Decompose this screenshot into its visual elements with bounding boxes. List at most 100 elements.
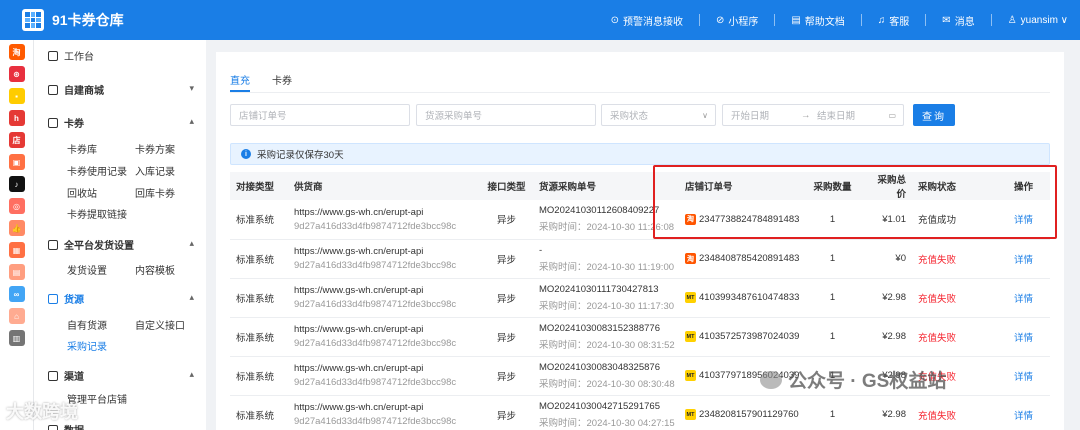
tab-direct-recharge[interactable]: 直充 xyxy=(230,72,250,87)
sidebar-item-recycle-bin[interactable]: 回收站 xyxy=(67,185,97,200)
detail-link[interactable]: 详情 xyxy=(1014,294,1033,305)
cell-supplier: https://www.gs-wh.cn/erupt-api 9d27a416d3… xyxy=(288,395,480,430)
nav-messages[interactable]: ✉ 消息 xyxy=(942,13,974,28)
nav-customer-service[interactable]: ♫ 客服 xyxy=(878,13,910,28)
sidebar-item-channel[interactable]: 渠道 xyxy=(48,368,84,383)
sidebar-item-workbench[interactable]: 工作台 xyxy=(48,48,94,63)
nav-label: 消息 xyxy=(954,16,975,28)
cell-qty: 1 xyxy=(801,200,864,240)
shop-order-number: 4103572573987024039 xyxy=(699,331,800,342)
sidebar: 工作台 自建商城 ▾ 卡券 ▴ 卡券库 卡券方案 卡券使用记录 入库记录 回收站… xyxy=(34,40,206,430)
detail-link[interactable]: 详情 xyxy=(1014,215,1033,226)
app-12-icon[interactable]: ∞ xyxy=(8,286,25,302)
po-number: MO20241030042715291765 xyxy=(539,400,660,412)
table-row: 标准系统 https://www.gs-wh.cn/erupt-api 9d27a4… xyxy=(230,395,1050,430)
app-13-icon[interactable]: ⌂ xyxy=(8,308,25,324)
po-time: 采购时间：2024-10-30 11:17:30 xyxy=(539,300,675,312)
cell-supplier: https://www.gs-wh.cn/erupt-api 9d27a416d3… xyxy=(288,239,480,279)
sidebar-item-purchase-records[interactable]: 采购记录 xyxy=(67,338,107,353)
po-number: MO20241030083048325876 xyxy=(539,361,660,373)
app-4-icon[interactable]: h xyxy=(8,110,25,126)
nav-user-menu[interactable]: ♙ yuansim ∨ xyxy=(1008,15,1068,26)
cell-interface: 异步 xyxy=(480,278,533,318)
sidebar-item-card-library[interactable]: 卡券库 xyxy=(67,141,97,156)
cell-supplier: https://www.gs-wh.cn/erupt-api 9d27a416d3… xyxy=(288,317,480,357)
chevron-up-icon[interactable]: ▴ xyxy=(189,116,194,127)
query-button[interactable]: 查询 xyxy=(913,104,955,126)
grid-icon xyxy=(48,239,58,250)
app-9-icon[interactable]: 👍 xyxy=(8,220,25,236)
detail-link[interactable]: 详情 xyxy=(1014,411,1033,422)
sidebar-label: 货源 xyxy=(64,295,84,306)
detail-link[interactable]: 详情 xyxy=(1014,372,1033,383)
sidebar-item-source[interactable]: 货源 xyxy=(48,291,84,306)
shop-order-input[interactable]: 店铺订单号 xyxy=(230,104,410,126)
chart-icon xyxy=(48,424,58,430)
sidebar-item-own-source[interactable]: 自有货源 xyxy=(67,317,107,332)
chevron-down-icon: ∨ xyxy=(702,110,708,120)
nav-label: 预警消息接收 xyxy=(622,16,683,28)
app-11-icon[interactable]: ▤ xyxy=(8,264,25,280)
nav-divider xyxy=(698,14,700,26)
chevron-up-icon[interactable]: ▴ xyxy=(189,292,194,303)
app-title[interactable]: 91卡券仓库 xyxy=(52,10,124,30)
cell-po: MO20241030112608409227 采购时间：2024-10-30 11… xyxy=(533,200,679,240)
app-logo-icon[interactable] xyxy=(22,9,44,31)
sidebar-item-card-links[interactable]: 卡券提取链接 xyxy=(67,206,127,221)
app-10-icon[interactable]: ▦ xyxy=(8,242,25,258)
po-number: MO20241030111730427813 xyxy=(539,283,659,295)
app-3-icon[interactable]: ▪ xyxy=(8,88,25,104)
cell-type: 标准系统 xyxy=(230,239,288,279)
app-2-icon[interactable]: ⊛ xyxy=(8,66,25,82)
meituan-icon: MT xyxy=(685,292,696,303)
sidebar-item-shipping-settings[interactable]: 发货设置 xyxy=(67,262,107,277)
cell-interface: 异步 xyxy=(480,395,533,430)
sidebar-item-shipping[interactable]: 全平台发货设置 xyxy=(48,237,134,252)
sidebar-item-stock-in[interactable]: 入库记录 xyxy=(135,163,175,178)
top-bar: 91卡券仓库 ⊙ 预警消息接收 ⊘ 小程序 ▤ 帮助文档 ♫ 客服 ✉ 消息 ♙ yuans… xyxy=(0,0,1080,40)
supplier-id: 9d27a416d33d4fb9874712fde3bcc98c xyxy=(294,377,457,388)
sidebar-item-content-template[interactable]: 内容模板 xyxy=(135,262,175,277)
taobao-icon: 淘 xyxy=(685,253,696,264)
cell-type: 标准系统 xyxy=(230,317,288,357)
cell-total: ¥2.98 xyxy=(864,278,912,318)
date-range-picker[interactable]: 开始日期 → 结束日期 ▭ xyxy=(722,104,904,126)
supplier-url: https://www.gs-wh.cn/erupt-api xyxy=(294,363,424,374)
shop-order-number: 2348408785420891483 xyxy=(699,253,800,264)
sidebar-item-card-plan[interactable]: 卡券方案 xyxy=(135,141,175,156)
app-6-icon[interactable]: ▣ xyxy=(8,154,25,170)
nav-alert-receive[interactable]: ⊙ 预警消息接收 xyxy=(611,13,683,28)
sidebar-item-mall[interactable]: 自建商城 xyxy=(48,82,104,97)
app-8-icon[interactable]: ◎ xyxy=(8,198,25,214)
status-select[interactable]: 采购状态 ∨ xyxy=(601,104,716,126)
app-14-icon[interactable]: ▥ xyxy=(8,330,25,346)
nav-label: 小程序 xyxy=(728,16,759,28)
chevron-up-icon[interactable]: ▴ xyxy=(189,369,194,380)
nav-help-docs[interactable]: ▤ 帮助文档 xyxy=(791,13,844,28)
detail-link[interactable]: 详情 xyxy=(1014,333,1033,344)
cell-shop-order: MT 4103993487610474833 xyxy=(679,278,801,318)
sidebar-item-returned-cards[interactable]: 回库卡券 xyxy=(135,185,175,200)
cell-action: 详情 xyxy=(997,200,1050,240)
sidebar-item-card[interactable]: 卡券 xyxy=(48,115,84,130)
col-header: 店铺订单号 xyxy=(679,172,801,200)
table-row: 标准系统 https://www.gs-wh.cn/erupt-api 9d27a4… xyxy=(230,200,1050,240)
sidebar-item-custom-api[interactable]: 自定义接口 xyxy=(135,317,185,332)
sidebar-item-card-usage[interactable]: 卡券使用记录 xyxy=(67,163,127,178)
user-icon: ♙ xyxy=(1007,14,1017,26)
taobao-app-icon[interactable]: 淘 xyxy=(8,44,25,60)
cell-status: 充值失败 xyxy=(912,239,997,279)
monitor-icon xyxy=(48,50,58,61)
nav-mini-program[interactable]: ⊘ 小程序 xyxy=(716,13,758,28)
tiktok-app-icon[interactable]: ♪ xyxy=(8,176,25,192)
source-order-input[interactable]: 货源采购单号 xyxy=(416,104,596,126)
chevron-down-icon[interactable]: ▾ xyxy=(189,83,194,94)
chevron-up-icon[interactable]: ▴ xyxy=(189,238,194,249)
cell-action: 详情 xyxy=(997,395,1050,430)
dian-app-icon[interactable]: 店 xyxy=(8,132,25,148)
cell-po: MO20241030083152388776 采购时间：2024-10-30 08… xyxy=(533,317,679,357)
detail-link[interactable]: 详情 xyxy=(1014,255,1033,266)
cell-status: 充值失败 xyxy=(912,395,997,430)
tab-card[interactable]: 卡券 xyxy=(272,72,292,87)
cell-action: 详情 xyxy=(997,356,1050,396)
